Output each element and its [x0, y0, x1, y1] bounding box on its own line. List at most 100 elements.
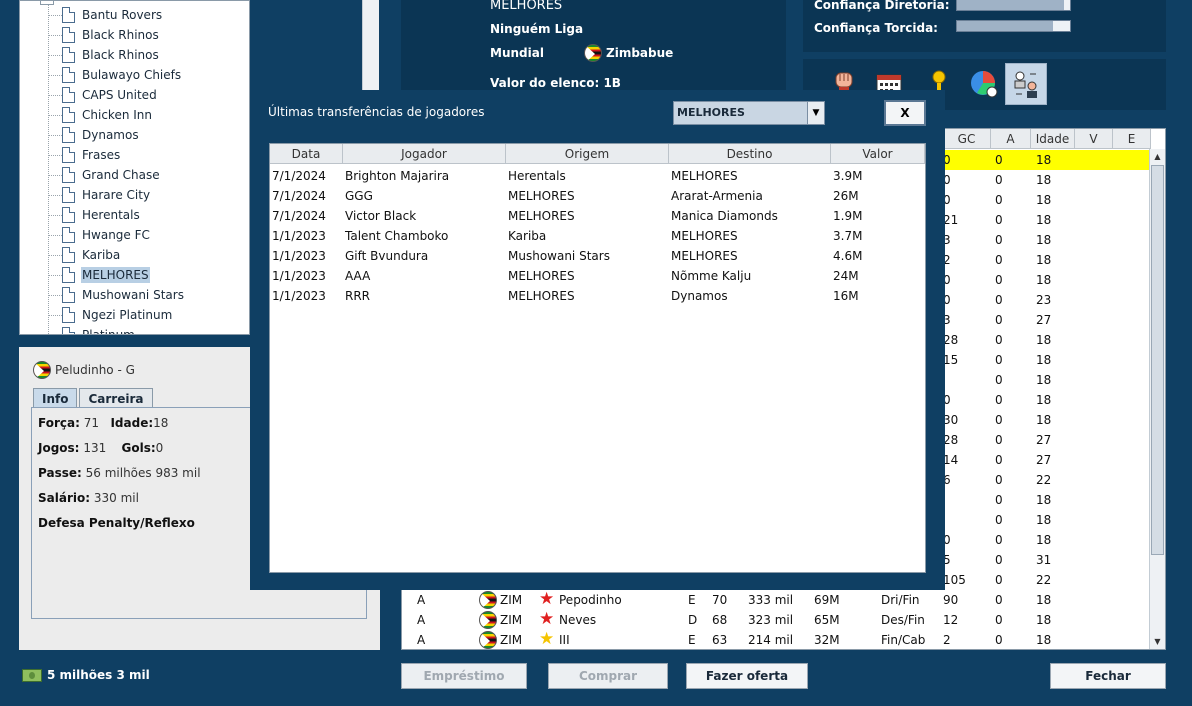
table-scrollbar[interactable]: ▲ ▼: [1149, 149, 1165, 649]
cell-idade: 18: [1036, 253, 1052, 267]
confidence-panel: Confiança Diretoria: Confiança Torcida:: [803, 0, 1166, 52]
club-filter-select[interactable]: MELHORES ▼: [673, 101, 825, 125]
col-header-destino[interactable]: Destino: [669, 144, 831, 164]
tree-item[interactable]: Ngezi Platinum: [48, 305, 173, 325]
cell-idade: 18: [1036, 353, 1052, 367]
tree-item-label: Kariba: [82, 248, 121, 262]
diretoria-bar-remaining: [1064, 0, 1070, 10]
cell-destino: Nõmme Kalju: [671, 269, 752, 283]
zimbabwe-flag-icon: [479, 611, 497, 629]
diretoria-label: Confiança Diretoria:: [814, 0, 950, 12]
tree-item-label: Black Rhinos: [82, 48, 159, 62]
cell-a: 0: [995, 553, 1003, 567]
emprestimo-button[interactable]: Empréstimo: [401, 663, 527, 689]
tree-item[interactable]: Bantu Rovers: [48, 5, 163, 25]
tree-item[interactable]: Bulawayo Chiefs: [48, 65, 182, 85]
transfers-table[interactable]: Data Jogador Origem Destino Valor 7/1/20…: [269, 143, 926, 573]
close-dialog-button[interactable]: X: [884, 100, 926, 126]
tree-item-label: Grand Chase: [82, 168, 160, 182]
cell-a: 0: [995, 273, 1003, 287]
skill-row: Defesa Penalty/Reflexo: [38, 516, 195, 530]
club-league: Ninguém Liga: [490, 22, 584, 36]
col-header-valor[interactable]: Valor: [831, 144, 925, 164]
zimbabwe-flag-icon: [479, 631, 497, 649]
fechar-button[interactable]: Fechar: [1050, 663, 1166, 689]
cell-a: 0: [995, 233, 1003, 247]
cell-a: 0: [995, 333, 1003, 347]
chevron-down-icon[interactable]: ▼: [807, 102, 824, 124]
tree-item-label: MELHORES: [81, 267, 150, 283]
scroll-thumb[interactable]: [1151, 165, 1164, 555]
salario-value: 330 mil: [93, 491, 139, 505]
cell-valor: 3.9M: [833, 169, 863, 183]
cell-jogador: GGG: [345, 189, 373, 203]
tree-item[interactable]: Chicken Inn: [48, 105, 153, 125]
document-icon: [62, 327, 75, 334]
cell-nat: ZIM: [500, 613, 523, 627]
cell-nat: ZIM: [500, 593, 523, 607]
tree-item[interactable]: Hwange FC: [48, 225, 151, 245]
tree-item[interactable]: Herentals: [48, 205, 141, 225]
torcida-bar-remaining: [1053, 21, 1070, 31]
scroll-down-icon[interactable]: ▼: [1150, 634, 1165, 649]
diretoria-bar: [956, 0, 1071, 11]
cell-gc: 28: [943, 433, 959, 447]
tree-item[interactable]: Black Rhinos: [48, 25, 160, 45]
cell-idade: 18: [1036, 493, 1052, 507]
tree-item[interactable]: Harare City: [48, 185, 151, 205]
col-header-origem[interactable]: Origem: [506, 144, 669, 164]
tree-item[interactable]: Black Rhinos: [48, 45, 160, 65]
club-name: MELHORES: [490, 0, 563, 13]
tree-branch-line: [48, 274, 62, 276]
tree-item[interactable]: Kariba: [48, 245, 121, 265]
stats-pie-icon[interactable]: [963, 63, 1005, 105]
tree-item[interactable]: Mushowani Stars: [48, 285, 185, 305]
col-header-a[interactable]: A: [991, 129, 1031, 149]
tree-item[interactable]: CAPS United: [48, 85, 158, 105]
scroll-up-icon[interactable]: ▲: [1150, 149, 1165, 164]
tree-branch-line: [48, 114, 62, 116]
tree-item[interactable]: MELHORES: [48, 265, 150, 285]
tab-info[interactable]: Info: [33, 388, 78, 408]
forca-idade-row: Força: 71 Idade:18: [38, 416, 168, 430]
cell-gc: 14: [943, 453, 959, 467]
tree-branch-line: [48, 254, 62, 256]
tree-item-label: Chicken Inn: [82, 108, 152, 122]
cell-valor: 65M: [814, 613, 840, 627]
comprar-button[interactable]: Comprar: [548, 663, 668, 689]
jogos-gols-row: Jogos: 131 Gols:0: [38, 441, 163, 455]
player-name-row: Peludinho - G: [33, 361, 135, 379]
col-header-v[interactable]: V: [1075, 129, 1113, 149]
tree-item[interactable]: Frases: [48, 145, 121, 165]
tree-item[interactable]: Grand Chase: [48, 165, 161, 185]
cell-jogador: RRR: [345, 289, 371, 303]
tree-branch-line: [48, 94, 62, 96]
col-header-e[interactable]: E: [1113, 129, 1151, 149]
col-header-jogador[interactable]: Jogador: [343, 144, 506, 164]
tab-carreira[interactable]: Carreira: [79, 388, 153, 408]
cell-name: Neves: [559, 613, 597, 627]
cell-data: 1/1/2023: [272, 249, 326, 263]
document-icon: [62, 87, 75, 103]
col-header-data[interactable]: Data: [270, 144, 343, 164]
cell-gc: 21: [943, 213, 959, 227]
tree-item[interactable]: Platinum: [48, 325, 136, 334]
cell-caracteristica: Dri/Fin: [881, 593, 920, 607]
cell-pos: A: [417, 593, 426, 607]
player-name: Peludinho - G: [55, 363, 135, 377]
cell-lado: D: [688, 613, 698, 627]
col-header-idade[interactable]: Idade: [1031, 129, 1075, 149]
col-header-gc[interactable]: GC: [943, 129, 991, 149]
idade-value: 18: [153, 416, 169, 430]
club-tree[interactable]: Bantu Rovers Black Rhinos Black Rhinos Bula…: [19, 0, 250, 335]
tree-item[interactable]: Dynamos: [48, 125, 140, 145]
transfers-icon[interactable]: [1005, 63, 1047, 105]
idade-label: Idade:: [110, 416, 154, 430]
tree-branch-line: [48, 14, 62, 16]
cell-a: 0: [995, 473, 1003, 487]
fazer-oferta-button[interactable]: Fazer oferta: [686, 663, 808, 689]
cell-valor: 16M: [833, 289, 859, 303]
cell-gc: 90: [943, 593, 959, 607]
cell-valor: 3.7M: [833, 229, 863, 243]
cell-data: 1/1/2023: [272, 229, 326, 243]
